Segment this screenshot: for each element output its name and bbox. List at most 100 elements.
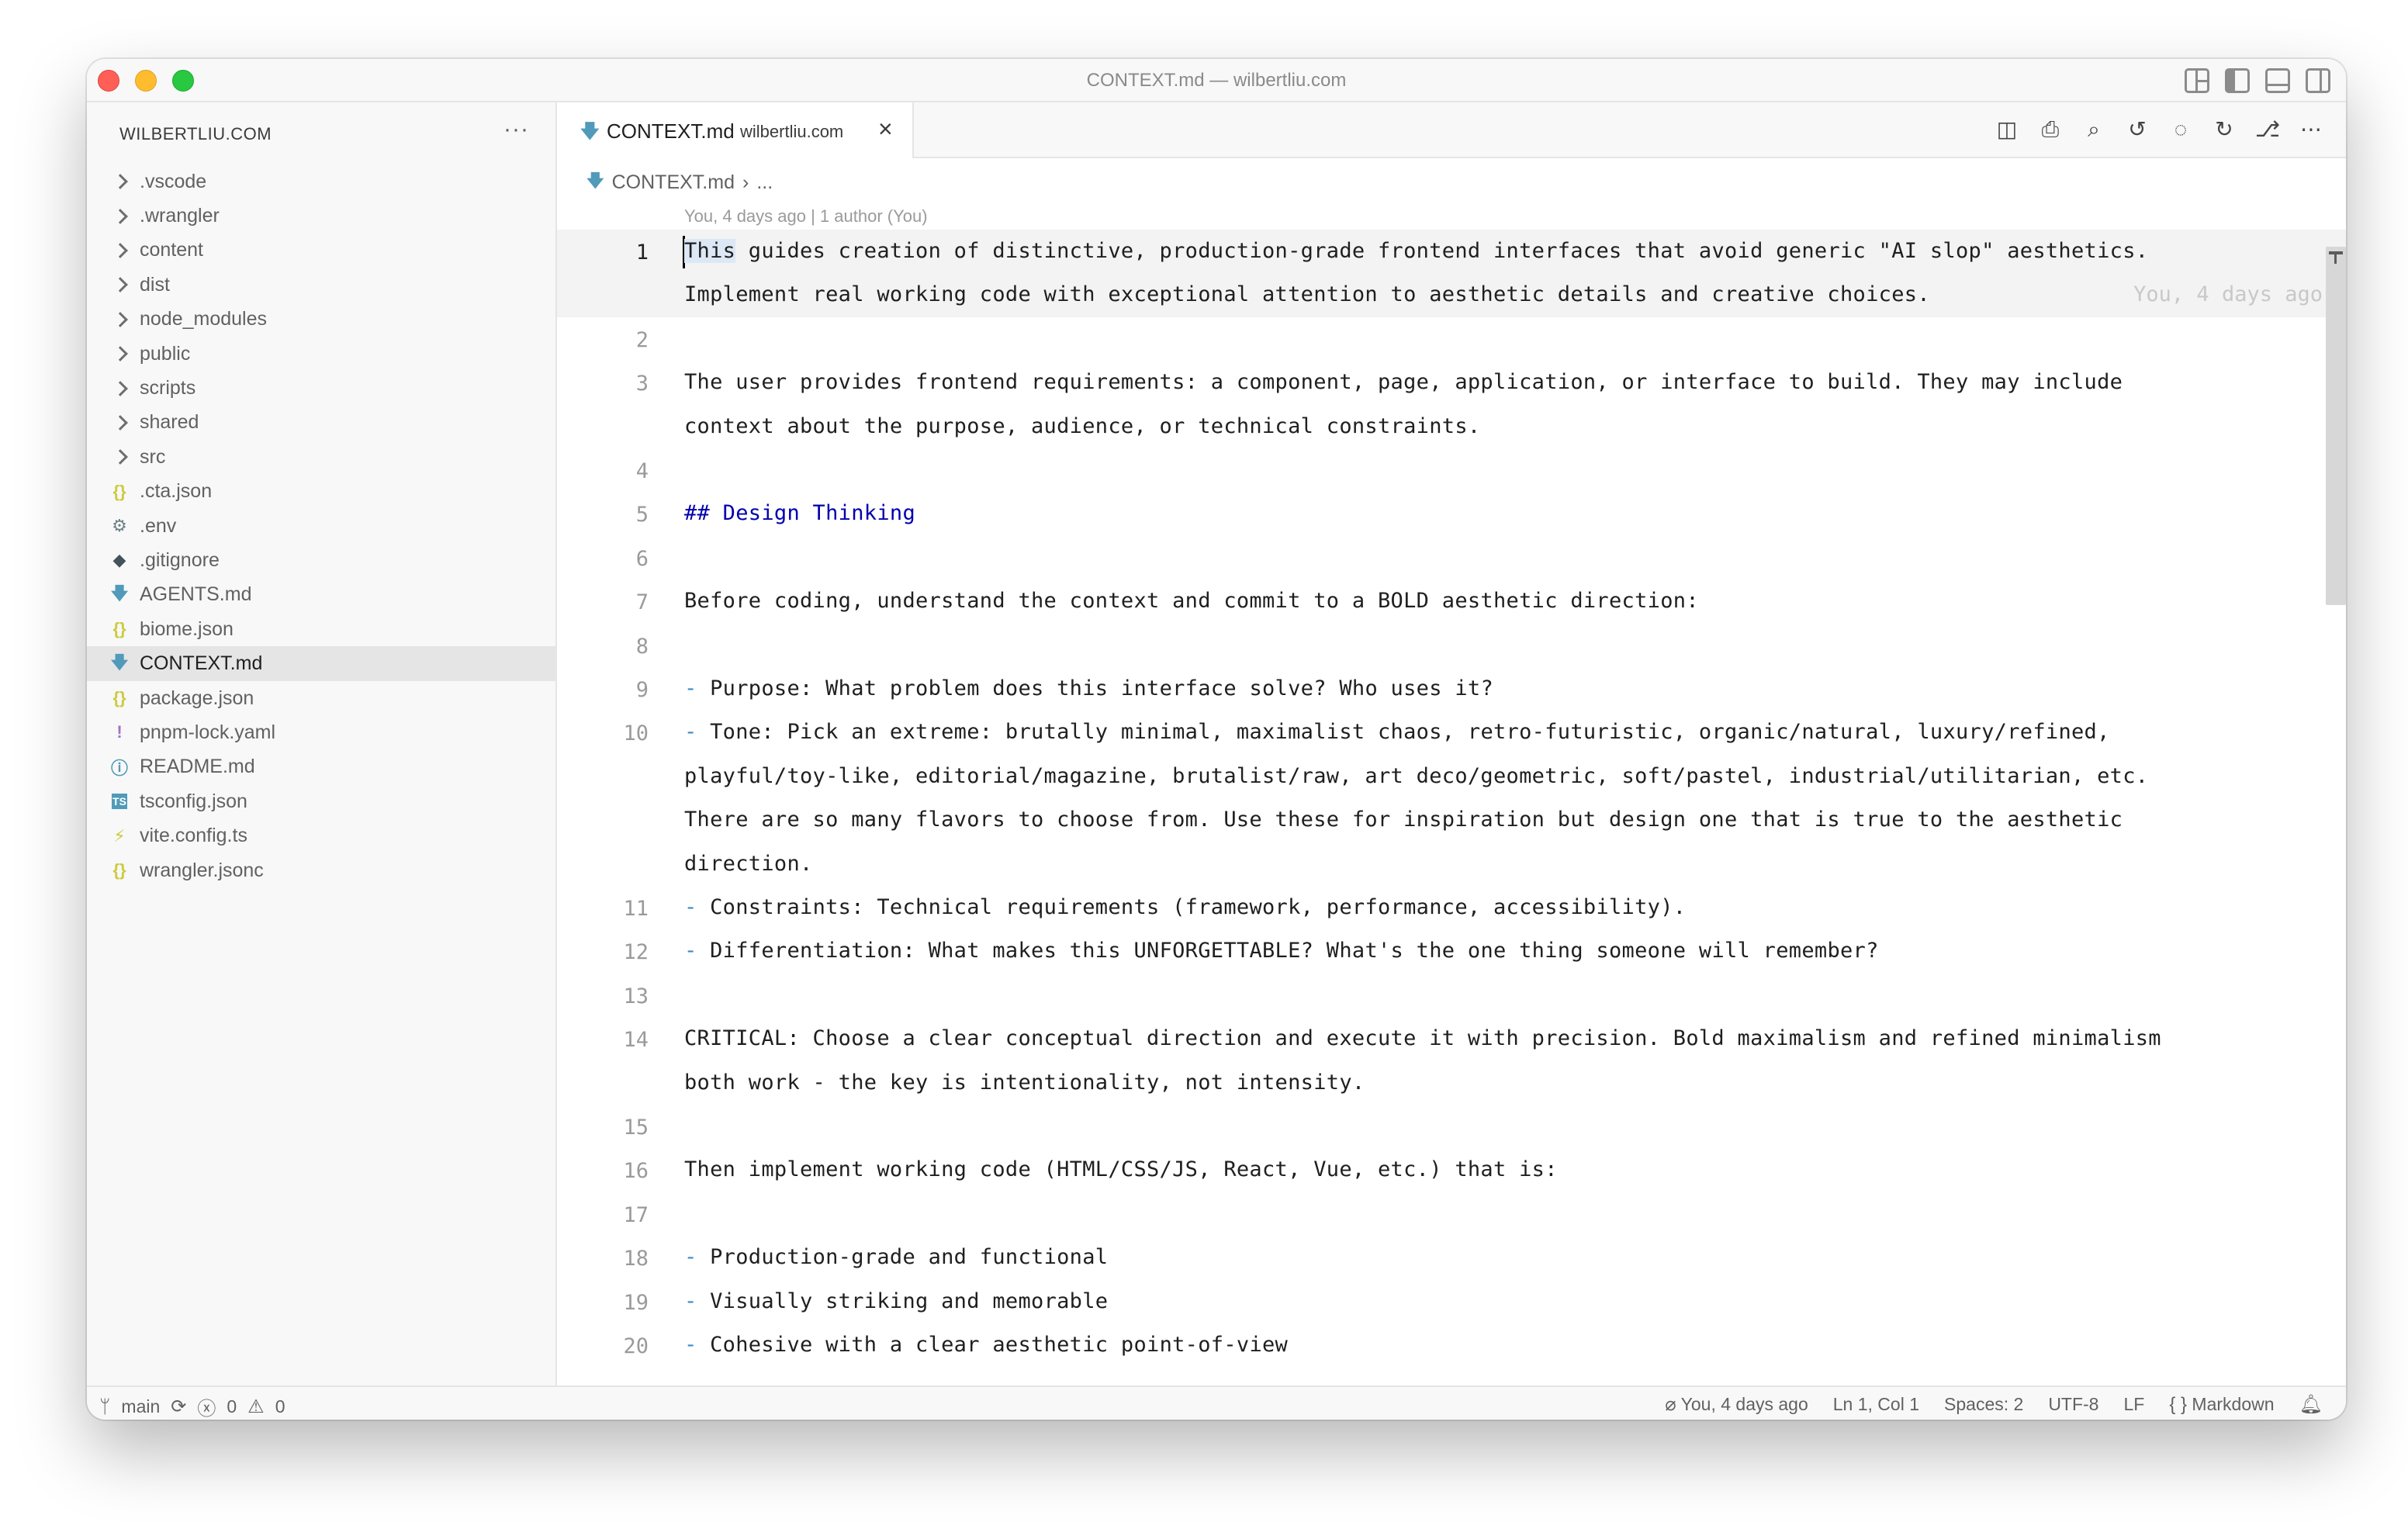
folder-item[interactable]: shared — [87, 406, 555, 440]
code-line[interactable]: 4 — [557, 448, 2346, 492]
blame-codelens[interactable]: You, 4 days ago | 1 author (You) — [684, 206, 928, 227]
open-preview-icon[interactable]: ⌕ — [2081, 116, 2107, 143]
warning-count[interactable]: 0 — [275, 1396, 285, 1417]
sync-icon[interactable]: ⟳ — [171, 1396, 186, 1418]
print-icon[interactable]: ⎙ — [2037, 116, 2064, 143]
file-item[interactable]: ⓘ README.md — [87, 750, 555, 784]
line-number: 8 — [635, 634, 649, 659]
explorer-more-button[interactable]: ··· — [503, 116, 529, 143]
code-line[interactable]: context about the purpose, audience, or … — [557, 405, 2346, 448]
file-item[interactable]: 🡇 CONTEXT.md — [87, 646, 555, 681]
code-line[interactable]: 19 - Visually striking and memorable — [557, 1280, 2346, 1323]
braces-icon: { } — [2169, 1393, 2188, 1415]
file-item[interactable]: {} biome.json — [87, 612, 555, 646]
tab-context-md[interactable]: 🡇 CONTEXT.md wilbertliu.com × — [557, 102, 914, 160]
code-line[interactable]: direction. — [557, 842, 2346, 886]
code-line[interactable]: 13 — [557, 974, 2346, 1017]
tree-item-label: pnpm-lock.yaml — [140, 721, 276, 743]
file-item[interactable]: TS tsconfig.json — [87, 784, 555, 818]
status-bar: ᛘ main ⟳ ⓧ 0 ⚠ 0 ⌀ You, 4 days ago Ln 1,… — [87, 1385, 2346, 1420]
line-number: 9 — [635, 678, 649, 702]
open-changes-icon[interactable]: ↺ — [2124, 116, 2150, 143]
file-item[interactable]: ⚙ .env — [87, 509, 555, 543]
code-line[interactable]: both work - the key is intentionality, n… — [557, 1061, 2346, 1105]
code-line[interactable]: Implement real working code with excepti… — [557, 273, 2346, 317]
code-line[interactable]: 6 — [557, 536, 2346, 579]
blame-status[interactable]: ⌀ You, 4 days ago — [1665, 1393, 1808, 1416]
toggle-primary-sidebar-icon[interactable] — [2225, 68, 2250, 93]
list-item-text: - Tone: Pick an extreme: brutally minima… — [684, 720, 2110, 744]
file-item[interactable]: {} wrangler.jsonc — [87, 853, 555, 887]
folder-item[interactable]: dist — [87, 268, 555, 302]
customize-layout-icon[interactable] — [2185, 68, 2209, 93]
error-count[interactable]: 0 — [227, 1396, 237, 1417]
encoding[interactable]: UTF-8 — [2048, 1394, 2098, 1415]
folder-item[interactable]: .vscode — [87, 164, 555, 199]
code-line[interactable]: There are so many flavors to choose from… — [557, 798, 2346, 842]
list-item-text: - Cohesive with a clear aesthetic point-… — [684, 1333, 1288, 1357]
tree-item-label: CONTEXT.md — [140, 652, 263, 675]
git-graph-icon[interactable]: ⎇ — [2254, 116, 2281, 143]
git-branch[interactable]: main — [121, 1396, 160, 1417]
breadcrumb-file[interactable]: CONTEXT.md — [612, 171, 735, 194]
file-item[interactable]: 🡇 AGENTS.md — [87, 578, 555, 612]
list-item-content: Constraints: Technical requirements (fra… — [710, 895, 1687, 919]
code-line[interactable]: 12 - Differentiation: What makes this UNF… — [557, 929, 2346, 973]
word-highlight: This — [684, 239, 736, 263]
line-text-rest: guides creation of distinctive, producti… — [735, 239, 2149, 263]
toggle-panel-icon[interactable] — [2265, 68, 2290, 93]
cursor-position[interactable]: Ln 1, Col 1 — [1833, 1394, 1919, 1415]
close-icon[interactable]: × — [878, 115, 893, 144]
line-number: 12 — [623, 940, 649, 965]
previous-change-icon[interactable]: ◌ — [2168, 116, 2194, 143]
open-preview-to-side-icon[interactable]: ◫ — [1994, 116, 2020, 143]
folder-item[interactable]: scripts — [87, 371, 555, 405]
line-text: There are so many flavors to choose from… — [684, 808, 2123, 832]
folder-item[interactable]: public — [87, 337, 555, 371]
code-line[interactable]: 15 — [557, 1105, 2346, 1148]
language-mode[interactable]: { } Markdown — [2169, 1394, 2274, 1416]
code-line[interactable]: 7 Before coding, understand the context a… — [557, 579, 2346, 623]
folder-item[interactable]: content — [87, 233, 555, 268]
indentation[interactable]: Spaces: 2 — [1944, 1394, 2023, 1415]
file-item[interactable]: {} package.json — [87, 681, 555, 715]
code-editor[interactable]: 1 This guides creation of distinctive, pr… — [557, 230, 2346, 1385]
next-change-icon[interactable]: ↻ — [2211, 116, 2237, 143]
file-item[interactable]: {} .cta.json — [87, 475, 555, 509]
code-line[interactable]: 1 This guides creation of distinctive, pr… — [557, 230, 2346, 274]
chevron-right-icon — [112, 208, 128, 224]
file-item[interactable]: ⚡ vite.config.ts — [87, 818, 555, 853]
chevron-right-icon — [112, 380, 128, 396]
breadcrumb-symbols[interactable]: ... — [756, 171, 773, 194]
explorer-sidebar: WILBERTLIU.COM ··· .vscode .wrangler conte… — [87, 102, 557, 1385]
code-line[interactable]: 5 ## Design Thinking — [557, 492, 2346, 535]
line-number: 20 — [623, 1334, 649, 1358]
more-actions-icon[interactable]: ⋯ — [2298, 116, 2324, 143]
code-line[interactable]: 9 - Purpose: What problem does this inter… — [557, 667, 2346, 711]
vertical-scrollbar[interactable] — [2326, 247, 2346, 605]
code-line[interactable]: 3 The user provides frontend requirements… — [557, 361, 2346, 404]
tree-item-label: .vscode — [140, 170, 207, 192]
code-line[interactable]: playful/toy-like, editorial/magazine, br… — [557, 755, 2346, 798]
code-line[interactable]: 17 — [557, 1192, 2346, 1236]
code-line[interactable]: 2 — [557, 317, 2346, 361]
code-line[interactable]: 20 - Cohesive with a clear aesthetic poin… — [557, 1323, 2346, 1367]
code-line[interactable]: 8 — [557, 624, 2346, 667]
file-item[interactable]: ◆ .gitignore — [87, 543, 555, 577]
chevron-right-icon — [112, 449, 128, 465]
list-item-text: - Purpose: What problem does this interf… — [684, 676, 1493, 700]
line-number: 10 — [623, 721, 649, 746]
file-item[interactable]: ! pnpm-lock.yaml — [87, 715, 555, 749]
end-of-line[interactable]: LF — [2123, 1394, 2144, 1415]
code-line[interactable]: 10 - Tone: Pick an extreme: brutally mini… — [557, 711, 2346, 754]
folder-item[interactable]: src — [87, 440, 555, 474]
code-line[interactable]: 18 - Production-grade and functional — [557, 1236, 2346, 1279]
toggle-secondary-sidebar-icon[interactable] — [2306, 68, 2330, 93]
code-line[interactable]: 16 Then implement working code (HTML/CSS/… — [557, 1148, 2346, 1192]
notifications-bell-icon[interactable]: 🔔︎ — [2299, 1393, 2323, 1416]
code-line[interactable]: 11 - Constraints: Technical requirements … — [557, 886, 2346, 929]
code-line[interactable]: 14 CRITICAL: Choose a clear conceptual di… — [557, 1017, 2346, 1060]
folder-item[interactable]: .wrangler — [87, 199, 555, 233]
folder-item[interactable]: node_modules — [87, 303, 555, 337]
markdown-file-icon: 🡇 — [110, 583, 129, 603]
